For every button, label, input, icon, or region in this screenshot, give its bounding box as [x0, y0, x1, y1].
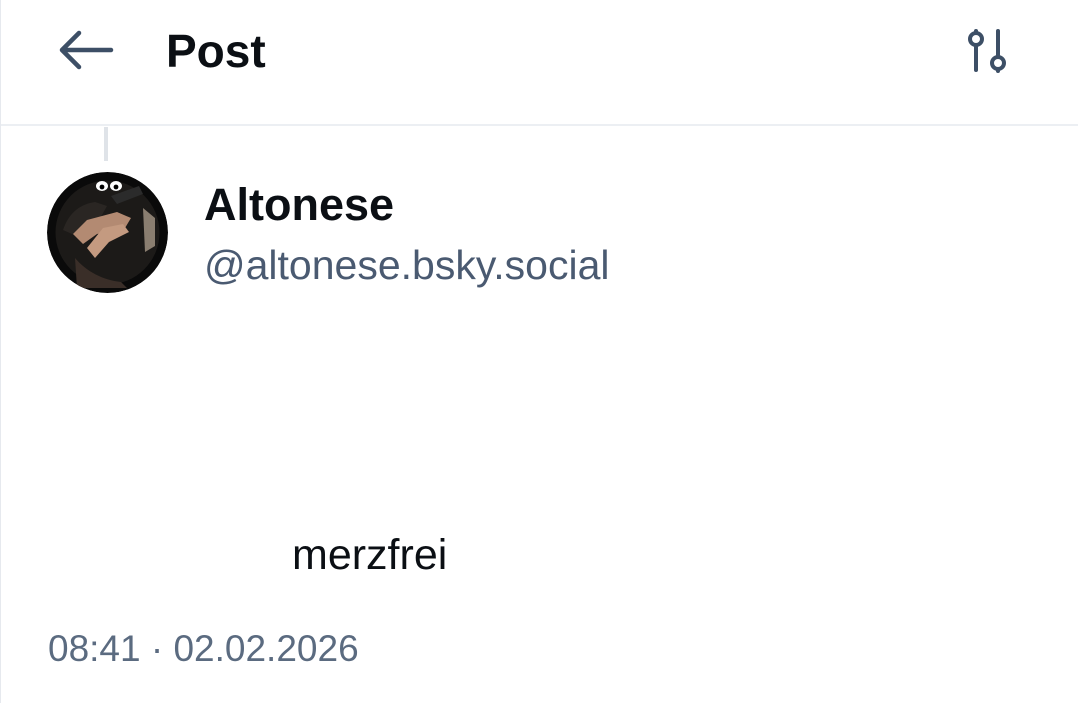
author-handle[interactable]: @altonese.bsky.social — [204, 240, 610, 290]
avatar-image — [47, 172, 168, 293]
author-display-name[interactable]: Altonese — [204, 179, 394, 231]
sliders-icon — [968, 29, 1006, 73]
post-text: merzfrei — [292, 531, 448, 579]
thread-connector-line — [104, 127, 108, 161]
arrow-left-icon — [59, 30, 114, 70]
top-bar: Post — [1, 0, 1078, 126]
post-timestamp: 08:41 · 02.02.2026 — [48, 628, 359, 669]
page-title: Post — [166, 25, 266, 77]
back-button[interactable] — [53, 26, 117, 74]
thread-settings-button[interactable] — [961, 26, 1013, 76]
avatar[interactable] — [47, 172, 168, 293]
post-thread-screen: Post Altonese @altonese.bsky.social merz… — [0, 0, 1078, 703]
